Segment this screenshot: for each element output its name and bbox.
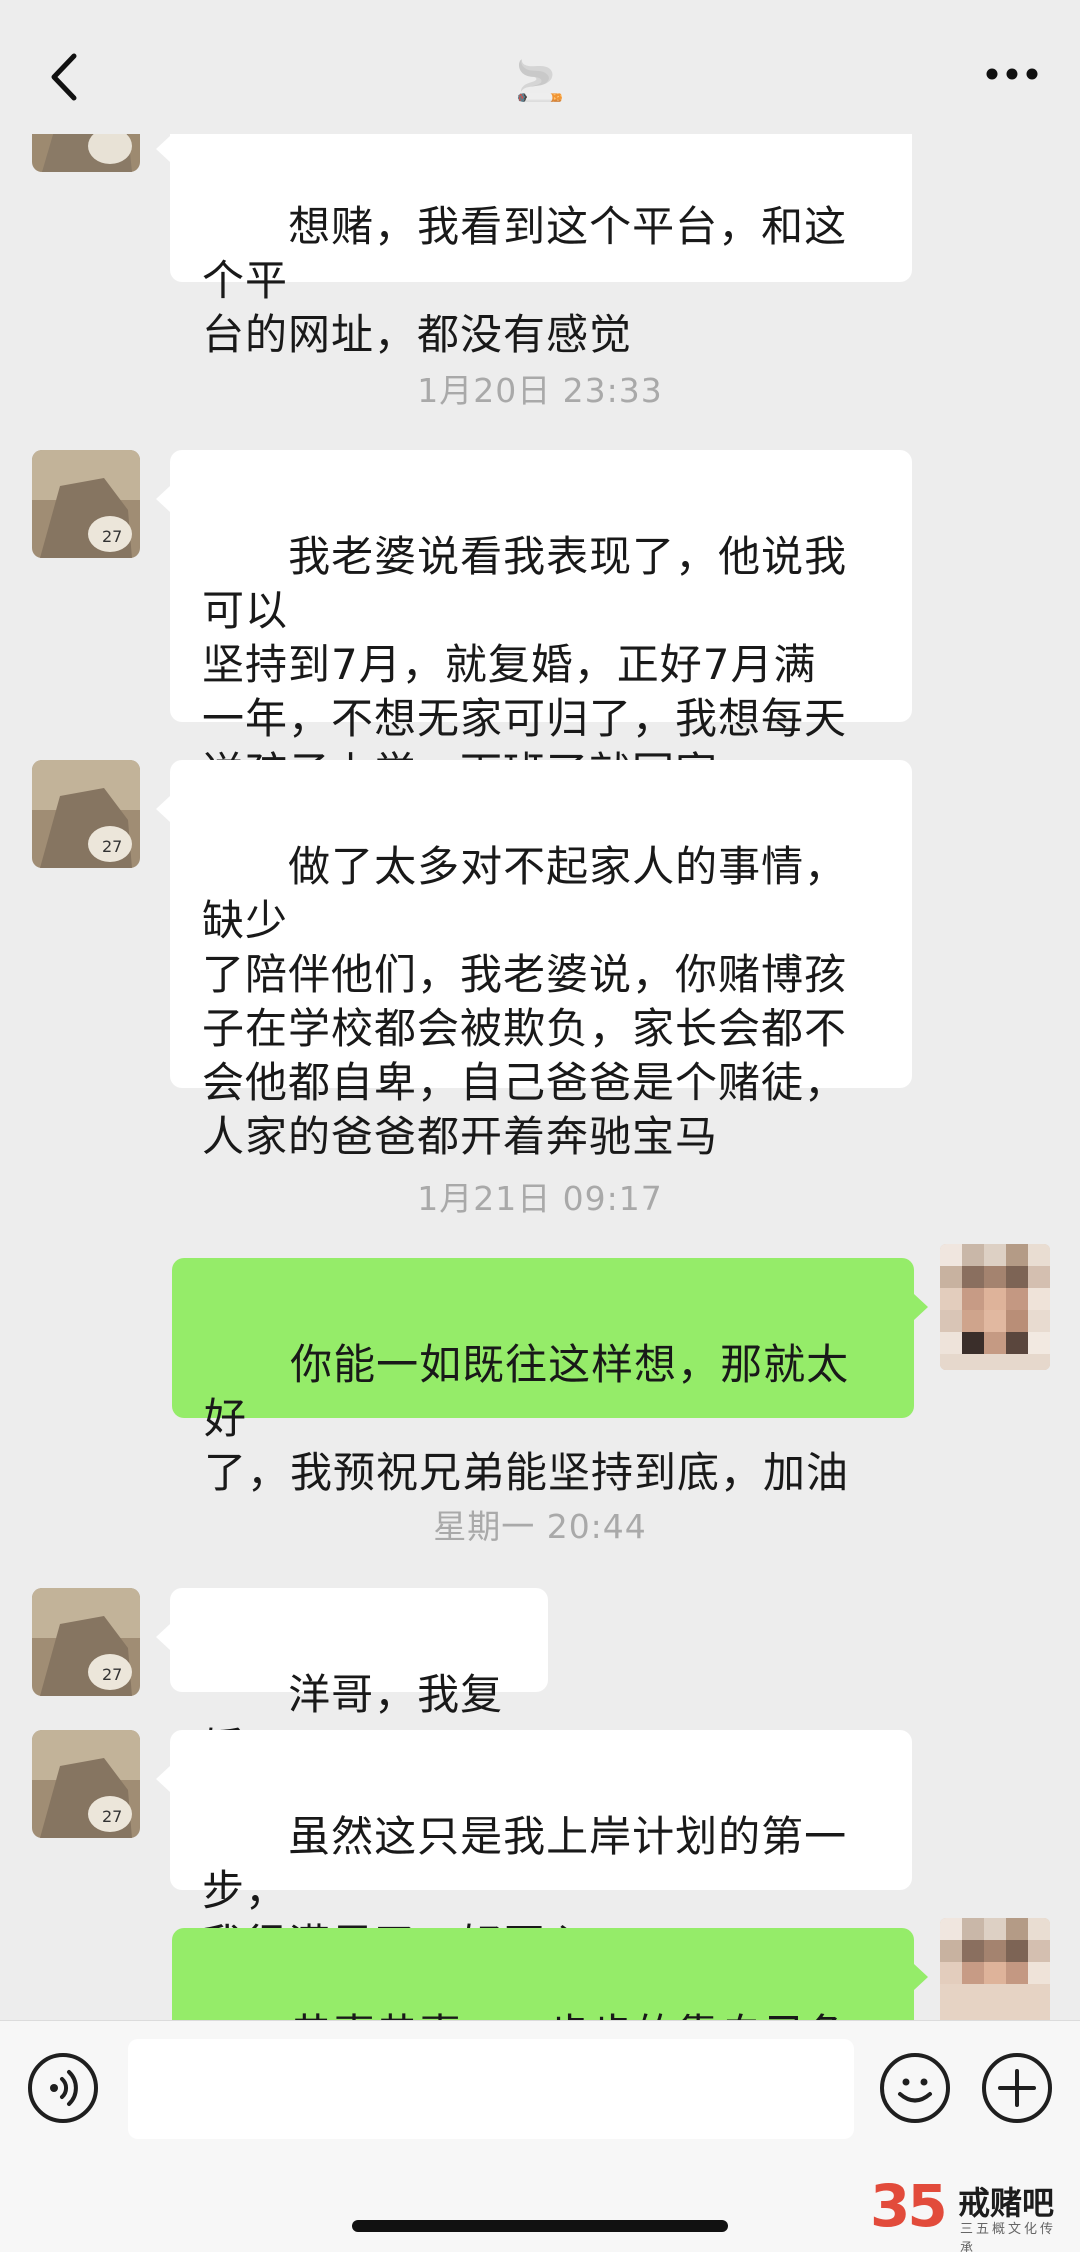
voice-button[interactable] bbox=[28, 2053, 98, 2123]
timestamp: 星期一 20:44 bbox=[433, 1507, 647, 1546]
message-text: 我老婆说看我表现了，他说我可以 坚持到7月，就复婚，正好7月满 一年，不想无家可… bbox=[202, 532, 848, 797]
timestamp: 1月20日 23:33 bbox=[417, 371, 663, 410]
more-options-button[interactable] bbox=[984, 64, 1040, 84]
avatar-photo: 27 bbox=[32, 760, 140, 868]
plus-icon bbox=[998, 2069, 1036, 2107]
avatar-photo-pixelated bbox=[940, 1244, 1050, 1370]
my-avatar[interactable] bbox=[940, 1918, 1050, 2020]
message-text: 恭喜恭喜，一步步的靠自己争取， bbox=[204, 2010, 849, 2020]
more-icon bbox=[986, 68, 1038, 80]
message-bubble[interactable]: 恭喜恭喜，一步步的靠自己争取， bbox=[172, 1928, 928, 2020]
message-bubble[interactable]: 你能一如既往这样想，那就太好 了，我预祝兄弟能坚持到底，加油 bbox=[172, 1258, 928, 1497]
svg-text:27: 27 bbox=[102, 527, 122, 546]
contact-avatar[interactable]: 27 bbox=[32, 1730, 140, 1838]
home-indicator[interactable] bbox=[352, 2220, 728, 2232]
message-text: 你能一如既往这样想，那就太好 了，我预祝兄弟能坚持到底，加油 bbox=[204, 1340, 850, 1497]
watermark-logo: 35 戒赌吧 三五概文化传承 bbox=[870, 2172, 1070, 2252]
avatar-photo: 27 bbox=[32, 1730, 140, 1838]
emoji-icon bbox=[898, 2078, 932, 2103]
timestamp: 1月21日 09:17 bbox=[417, 1179, 663, 1218]
message-bubble[interactable]: 洋哥，我复婚了 bbox=[156, 1588, 548, 1773]
message-bubble[interactable]: 做了太多对不起家人的事情，缺少 了陪伴他们，我老婆说，你赌博孩 子在学校都会被欺… bbox=[156, 760, 912, 1161]
my-avatar[interactable] bbox=[940, 1244, 1050, 1370]
svg-text:27: 27 bbox=[102, 1807, 122, 1826]
message-bubble[interactable]: 虽然这只是我上岸计划的第一步， 我很满足了，好开心 bbox=[156, 1730, 912, 1969]
contact-avatar[interactable]: 27 bbox=[32, 450, 140, 558]
svg-text:27: 27 bbox=[102, 837, 122, 856]
plus-button[interactable] bbox=[982, 2053, 1052, 2123]
avatar-photo: 27 bbox=[32, 1588, 140, 1696]
contact-avatar[interactable]: 27 bbox=[32, 760, 140, 868]
avatar-photo: 27 bbox=[32, 450, 140, 558]
contact-avatar[interactable]: 27 bbox=[32, 1588, 140, 1696]
watermark-number: 35 bbox=[870, 2172, 948, 2240]
avatar-photo-pixelated bbox=[940, 1918, 1050, 2020]
chat-area[interactable]: 想赌，我看到这个平台，和这个平 台的网址，都没有感觉 1月20日 23:33 2… bbox=[0, 0, 1080, 2020]
voice-icon bbox=[50, 2070, 78, 2106]
message-text: 想赌，我看到这个平台，和这个平 台的网址，都没有感觉 bbox=[202, 202, 848, 359]
emoji-button[interactable] bbox=[880, 2053, 950, 2123]
chat-title: 🚬 bbox=[515, 59, 565, 105]
watermark-tagline: 三五概文化传承 bbox=[960, 2222, 1057, 2252]
svg-text:27: 27 bbox=[102, 1665, 122, 1684]
chat-header: 🚬 bbox=[0, 0, 1080, 134]
message-bubble[interactable]: 我老婆说看我表现了，他说我可以 坚持到7月，就复婚，正好7月满 一年，不想无家可… bbox=[156, 450, 912, 797]
message-input[interactable] bbox=[128, 2039, 854, 2139]
message-text: 做了太多对不起家人的事情，缺少 了陪伴他们，我老婆说，你赌博孩 子在学校都会被欺… bbox=[202, 842, 848, 1161]
